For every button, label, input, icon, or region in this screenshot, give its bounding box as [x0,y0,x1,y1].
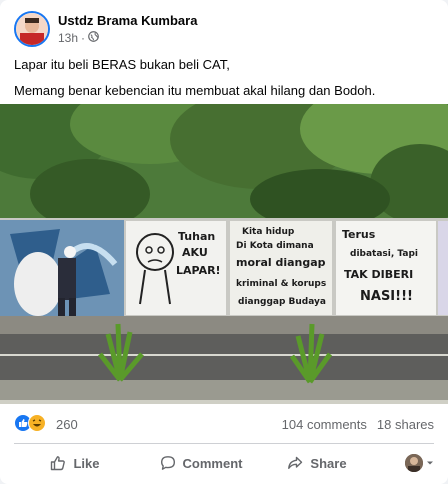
post-photo[interactable]: Tuhan AKU LAPAR! Kita hidup Di Kota dima… [0,104,448,404]
reaction-profile-selector[interactable] [405,454,434,472]
graffiti-p1-l3: LAPAR! [176,264,221,277]
like-label: Like [73,455,100,471]
graffiti-p1-l2: AKU [182,246,208,259]
graffiti-p2-l1: Kita hidup [242,227,295,237]
graffiti-p2-l4: kriminal & korups [236,279,326,289]
graffiti-p3-l4: NASI!!! [360,289,413,304]
post-meta: 13h · [58,31,99,45]
caret-down-icon [427,461,433,465]
separator-dot: · [81,31,86,45]
viewer-avatar [405,454,423,472]
post-line-2: Memang benar kebencian itu membuat akal … [14,83,376,98]
comment-icon [160,456,175,470]
graffiti-p3-l2: dibatasi, Tapi [350,249,418,259]
graffiti-p1-l1: Tuhan [178,230,215,243]
post-stats: 104 comments 18 shares [282,417,434,432]
comments-count[interactable]: 104 comments [282,417,367,432]
share-icon [288,456,303,469]
graffiti-p2-l3: moral diangap [236,256,326,269]
actions-divider [14,443,434,444]
post-header: Ustdz Brama Kumbara 13h · [14,11,434,51]
share-label: Share [310,455,347,471]
graffiti-p2-l5: dianggap Budaya [238,297,326,307]
reactions-row: 260 104 comments 18 shares [14,414,434,436]
thumbs-up-icon [51,456,66,471]
post-text: Lapar itu beli BERAS bukan beli CAT, Mem… [14,56,434,108]
globe-icon[interactable] [88,31,99,45]
post-card: Ustdz Brama Kumbara 13h · Lapar itu beli… [0,0,448,484]
post-time[interactable]: 13h [58,31,78,45]
shares-count[interactable]: 18 shares [377,417,434,432]
like-button[interactable]: Like [10,448,140,478]
reaction-icons[interactable] [14,414,46,432]
action-bar: Like Comment Share [10,448,438,478]
haha-reaction-icon [28,414,46,432]
author-name[interactable]: Ustdz Brama Kumbara [58,13,197,28]
share-button[interactable]: Share [262,448,372,478]
reaction-count[interactable]: 260 [56,417,78,432]
graffiti-p3-l1: Terus [342,228,376,241]
post-line-1: Lapar itu beli BERAS bukan beli CAT, [14,57,230,72]
author-avatar[interactable] [14,11,50,47]
graffiti-p3-l3: TAK DIBERI [344,268,413,281]
comment-label: Comment [182,455,243,471]
graffiti-p2-l2: Di Kota dimana [236,241,314,251]
comment-button[interactable]: Comment [140,448,262,478]
